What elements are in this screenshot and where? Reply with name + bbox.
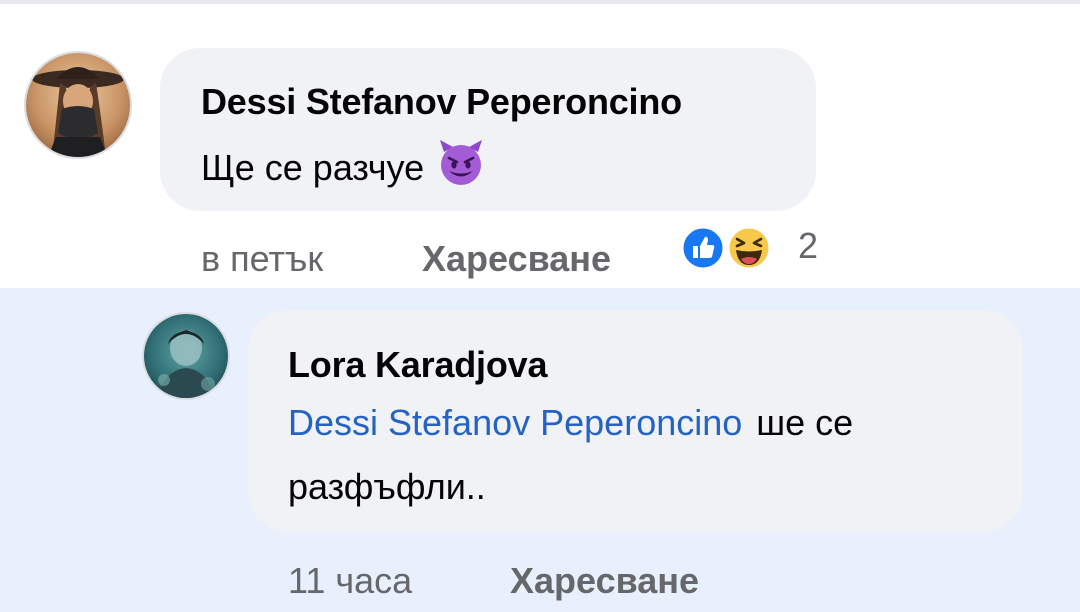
reply-text-line: разфъфли..: [288, 466, 486, 507]
haha-reaction-icon: [726, 225, 772, 271]
comment-timestamp[interactable]: в петък: [201, 238, 323, 280]
avatar-photo: [144, 314, 228, 398]
reply-author-name[interactable]: Lora Karadjova: [288, 344, 547, 386]
comment-text: Ще се разчуе: [201, 138, 486, 197]
smiling-devil-icon: [436, 138, 486, 197]
reactions-summary[interactable]: [680, 225, 780, 273]
reaction-count[interactable]: 2: [798, 225, 818, 267]
top-divider: [0, 0, 1080, 4]
mention-link[interactable]: Dessi Stefanov Peperoncino: [288, 402, 742, 443]
like-button[interactable]: Харесване: [422, 238, 611, 280]
avatar-photo: [26, 53, 130, 157]
reply-text-content: ше се: [756, 402, 854, 443]
reply-text-line: Dessi Stefanov Peperoncino ше се: [288, 402, 853, 444]
comment-bubble: Dessi Stefanov Peperoncino Ще се разчуе: [160, 48, 816, 211]
like-reaction-icon: [680, 225, 726, 271]
reply-bubble: Lora Karadjova Dessi Stefanov Peperoncin…: [248, 310, 1023, 532]
comment-author-name[interactable]: Dessi Stefanov Peperoncino: [201, 81, 682, 123]
avatar[interactable]: [24, 51, 132, 159]
comment-text-content: Ще се разчуе: [201, 146, 425, 188]
reply-timestamp[interactable]: 11 часа: [288, 560, 412, 602]
like-button[interactable]: Харесване: [510, 560, 699, 602]
avatar[interactable]: [142, 312, 230, 400]
